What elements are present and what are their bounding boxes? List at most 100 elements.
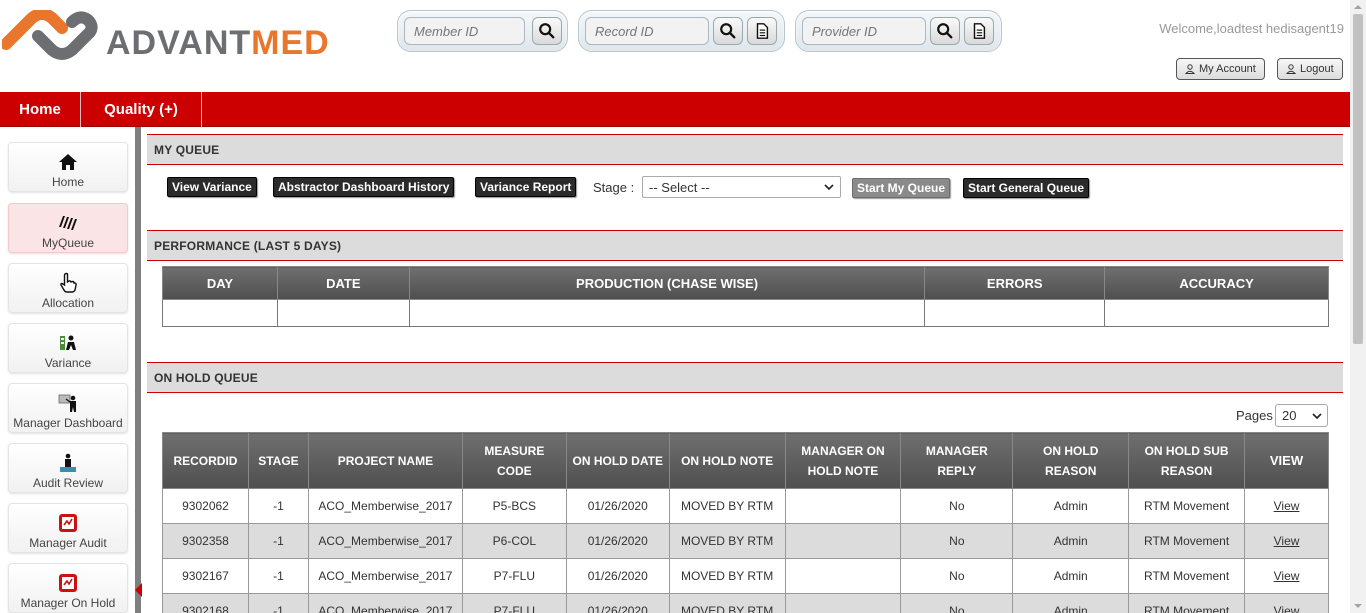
sidebar-item-label: Manager Dashboard — [13, 416, 123, 430]
pages-select[interactable]: 20 — [1275, 404, 1328, 427]
stage-select[interactable]: -- Select -- — [642, 176, 841, 198]
performance-header: PERFORMANCE (LAST 5 DAYS) — [147, 230, 1343, 261]
sidebar-item-manager-on-hold[interactable]: Manager On Hold — [8, 563, 128, 613]
record-search-button[interactable] — [713, 17, 743, 45]
sidebar-item-label: MyQueue — [41, 236, 95, 250]
nav-quality[interactable]: Quality (+) — [81, 92, 202, 127]
sidebar-collapse-icon[interactable] — [135, 583, 143, 597]
table-cell — [162, 299, 278, 327]
cell-date: 01/26/2020 — [565, 558, 670, 594]
sidebar-item-variance[interactable]: Variance — [8, 323, 128, 373]
cell-reply: No — [900, 523, 1014, 559]
col-project-name: PROJECT NAME — [307, 432, 463, 489]
col-on-hold-sub-reason: ON HOLD SUB REASON — [1128, 432, 1246, 489]
cell-measure: P5-BCS — [461, 488, 567, 524]
variance-report-button[interactable]: Variance Report — [475, 177, 577, 197]
col-on-hold-note: ON HOLD NOTE — [668, 432, 786, 489]
sidebar-item-home[interactable]: Home — [8, 142, 128, 192]
record-document-button[interactable] — [747, 17, 777, 45]
cell-stage: -1 — [247, 488, 309, 524]
welcome-text: Welcome,loadtest hedisagent19 — [1159, 21, 1344, 36]
chevron-down-icon — [824, 184, 834, 191]
col-recordid: RECORDID — [162, 432, 249, 489]
col-stage: STAGE — [247, 432, 309, 489]
sidebar-item-label: Manager Audit — [29, 536, 107, 550]
cell-view: View — [1244, 488, 1329, 524]
scrollbar-thumb[interactable] — [1353, 14, 1363, 344]
header: ADVANTMED Member ID Record ID Provider I… — [0, 0, 1350, 92]
performance-header-row: DAY DATE PRODUCTION (CHASE WISE) ERRORS … — [162, 266, 1329, 300]
sidebar-item-label: Variance — [44, 356, 92, 370]
cell-measure: P7-FLU — [461, 558, 567, 594]
provider-search-group — [795, 10, 1002, 52]
scroll-up-icon[interactable] — [1354, 3, 1362, 11]
on-hold-queue-header: ON HOLD QUEUE — [147, 362, 1343, 393]
logo-part1: ADVANT — [106, 24, 252, 62]
view-link[interactable]: View — [1274, 534, 1300, 548]
start-my-queue-button[interactable]: Start My Queue — [852, 178, 951, 198]
user-icon — [1185, 64, 1195, 74]
sidebar-item-allocation[interactable]: Allocation — [8, 263, 128, 313]
search-icon — [937, 23, 953, 39]
cell-stage: -1 — [247, 523, 309, 559]
col-on-hold-date: ON HOLD DATE — [565, 432, 670, 489]
col-date: DATE — [276, 266, 410, 300]
provider-search-button[interactable] — [930, 17, 960, 45]
scroll-down-icon[interactable] — [1354, 602, 1362, 610]
logout-button[interactable]: Logout — [1277, 58, 1343, 80]
cell-manager-note — [784, 523, 902, 559]
view-link[interactable]: View — [1274, 604, 1300, 613]
stage-selected-value: -- Select -- — [649, 179, 710, 195]
search-icon — [539, 23, 555, 39]
cell-date: 01/26/2020 — [565, 523, 670, 559]
sidebar-item-audit-review[interactable]: Audit Review — [8, 443, 128, 493]
table-cell — [1104, 299, 1329, 327]
abstractor-dashboard-history-button[interactable]: Abstractor Dashboard History — [273, 177, 455, 197]
provider-document-button[interactable] — [964, 17, 994, 45]
advantmed-logo[interactable]: ADVANTMED — [2, 10, 342, 62]
logo-mark-icon — [2, 10, 98, 60]
my-queue-header: MY QUEUE — [147, 134, 1343, 165]
on-hold-header-row: RECORDID STAGE PROJECT NAME MEASURE CODE… — [162, 432, 1329, 489]
cell-sub-reason: RTM Movement — [1128, 593, 1246, 613]
provider-id-input[interactable] — [802, 17, 926, 45]
cell-note: MOVED BY RTM — [668, 558, 786, 594]
cell-note: MOVED BY RTM — [668, 593, 786, 613]
cell-reason: Admin — [1012, 523, 1130, 559]
cell-project: ACO_Memberwise_2017 — [307, 488, 463, 524]
chevron-down-icon — [1312, 413, 1322, 420]
sidebar-item-manager-audit[interactable]: Manager Audit — [8, 503, 128, 553]
view-variance-button[interactable]: View Variance — [167, 177, 257, 197]
record-id-input[interactable] — [585, 17, 709, 45]
member-search-button[interactable] — [532, 17, 562, 45]
page-scrollbar[interactable] — [1350, 0, 1366, 613]
table-row: 9302358 -1 ACO_Memberwise_2017 P6-COL 01… — [162, 523, 1329, 559]
view-link[interactable]: View — [1274, 569, 1300, 583]
on-hold-table: RECORDID STAGE PROJECT NAME MEASURE CODE… — [162, 432, 1329, 613]
nav-home[interactable]: Home — [0, 92, 81, 127]
app-window: ADVANTMED Member ID Record ID Provider I… — [0, 0, 1366, 613]
stage-label: Stage : — [593, 180, 635, 195]
sidebar-item-label: Audit Review — [32, 476, 104, 490]
cell-date: 01/26/2020 — [565, 593, 670, 613]
sidebar-item-myqueue[interactable]: MyQueue — [8, 203, 128, 253]
cell-reply: No — [900, 593, 1014, 613]
cell-reason: Admin — [1012, 558, 1130, 594]
my-account-button[interactable]: My Account — [1176, 58, 1265, 80]
sidebar-item-manager-dashboard[interactable]: Manager Dashboard — [8, 383, 128, 433]
variance-icon — [60, 335, 76, 350]
cell-view: View — [1244, 558, 1329, 594]
start-general-queue-button[interactable]: Start General Queue — [963, 178, 1090, 198]
view-link[interactable]: View — [1274, 499, 1300, 513]
document-icon — [756, 23, 769, 39]
col-day: DAY — [162, 266, 278, 300]
col-on-hold-reason: ON HOLD REASON — [1012, 432, 1130, 489]
col-manager-on-hold-note: MANAGER ON HOLD NOTE — [784, 432, 902, 489]
col-accuracy: ACCURACY — [1104, 266, 1329, 300]
user-icon — [1286, 64, 1296, 74]
table-row — [162, 299, 1329, 327]
member-id-input[interactable] — [404, 17, 525, 45]
home-icon — [59, 154, 77, 170]
cell-stage: -1 — [247, 593, 309, 613]
table-cell — [924, 299, 1106, 327]
